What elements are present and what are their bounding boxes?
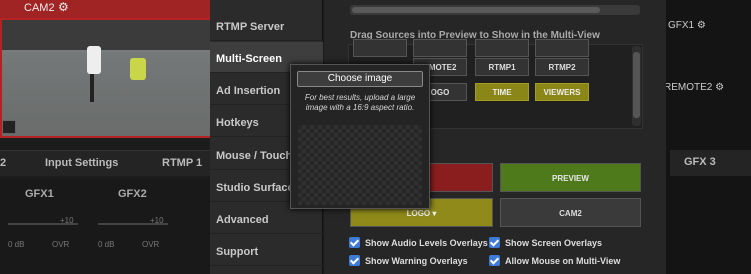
checkbox-label: Allow Mouse on Multi-View xyxy=(505,255,621,266)
right-preview-area xyxy=(665,0,751,274)
source-time[interactable]: TIME xyxy=(475,83,529,101)
goalie-figure xyxy=(130,58,146,80)
channel-gfx1: GFX1 xyxy=(25,188,54,200)
gfx2-ovr: OVR xyxy=(142,240,160,249)
multiview-preview-slot[interactable]: PREVIEW xyxy=(500,163,641,192)
allow-mouse-checkbox[interactable]: Allow Mouse on Multi-View xyxy=(489,255,620,266)
source-item[interactable] xyxy=(475,39,529,57)
player-figure xyxy=(87,46,101,74)
checkbox-label: Show Audio Levels Overlays xyxy=(365,237,488,248)
image-drop-area[interactable] xyxy=(298,125,422,205)
input-tabs: 2 Input Settings RTMP 1 xyxy=(0,150,212,176)
tab-rtmp-1[interactable]: RTMP 1 xyxy=(162,157,202,169)
gfx3-label: GFX 3 xyxy=(684,156,716,168)
gfx2-scale: +10 xyxy=(150,216,164,225)
scrollbar-thumb[interactable] xyxy=(633,52,640,118)
checkbox-icon[interactable] xyxy=(489,237,500,248)
source-item[interactable] xyxy=(353,39,407,57)
player-legs xyxy=(90,74,94,102)
remote2-label: REMOTE2 ⚙ xyxy=(664,82,725,93)
checkbox-icon[interactable] xyxy=(349,237,360,248)
source-item[interactable] xyxy=(413,39,467,57)
gfx1-scale: +10 xyxy=(60,216,74,225)
source-rtmp2[interactable]: RTMP2 xyxy=(535,58,589,76)
tab-input-settings[interactable]: Input Settings xyxy=(45,157,118,169)
gfx1-label: GFX1 ⚙ xyxy=(668,20,706,31)
tab-2[interactable]: 2 xyxy=(0,157,6,169)
rink-boards xyxy=(2,20,210,50)
tiny-overlay-icon xyxy=(2,120,16,134)
gear-icon[interactable]: ⚙ xyxy=(58,0,69,14)
camera-preview[interactable] xyxy=(0,18,212,138)
source-item[interactable] xyxy=(535,39,589,57)
checkbox-label: Show Screen Overlays xyxy=(505,237,603,248)
checkbox-label: Show Warning Overlays xyxy=(365,255,468,266)
show-warning-overlays-checkbox[interactable]: Show Warning Overlays xyxy=(349,255,468,266)
audio-mixer: GFX1 GFX2 +10 +10 0 dB OVR 0 dB OVR xyxy=(0,178,212,274)
show-screen-overlays-checkbox[interactable]: Show Screen Overlays xyxy=(489,237,602,248)
multiview-cam2-slot[interactable]: CAM2 xyxy=(500,198,641,227)
gear-icon[interactable]: ⚙ xyxy=(697,20,706,31)
source-rtmp1[interactable]: RTMP1 xyxy=(475,58,529,76)
popup-hint-text: For best results, upload a large image w… xyxy=(304,93,416,112)
sidebar-item-support[interactable]: Support xyxy=(210,235,323,266)
gear-icon[interactable]: ⚙ xyxy=(715,82,724,93)
gfx2-db: 0 dB xyxy=(98,240,115,249)
scrollbar-thumb[interactable] xyxy=(352,7,600,13)
gfx1-ovr: OVR xyxy=(52,240,70,249)
checkbox-icon[interactable] xyxy=(489,255,500,266)
channel-gfx2: GFX2 xyxy=(118,188,147,200)
choose-image-button[interactable]: Choose image xyxy=(297,71,423,87)
camera-label: CAM2 xyxy=(24,2,55,14)
sidebar-item-rtmp-server[interactable]: RTMP Server xyxy=(210,10,323,41)
source-viewers[interactable]: VIEWERS xyxy=(535,83,589,101)
checkbox-icon[interactable] xyxy=(349,255,360,266)
gfx1-db: 0 dB xyxy=(8,240,25,249)
show-audio-levels-checkbox[interactable]: Show Audio Levels Overlays xyxy=(349,237,488,248)
